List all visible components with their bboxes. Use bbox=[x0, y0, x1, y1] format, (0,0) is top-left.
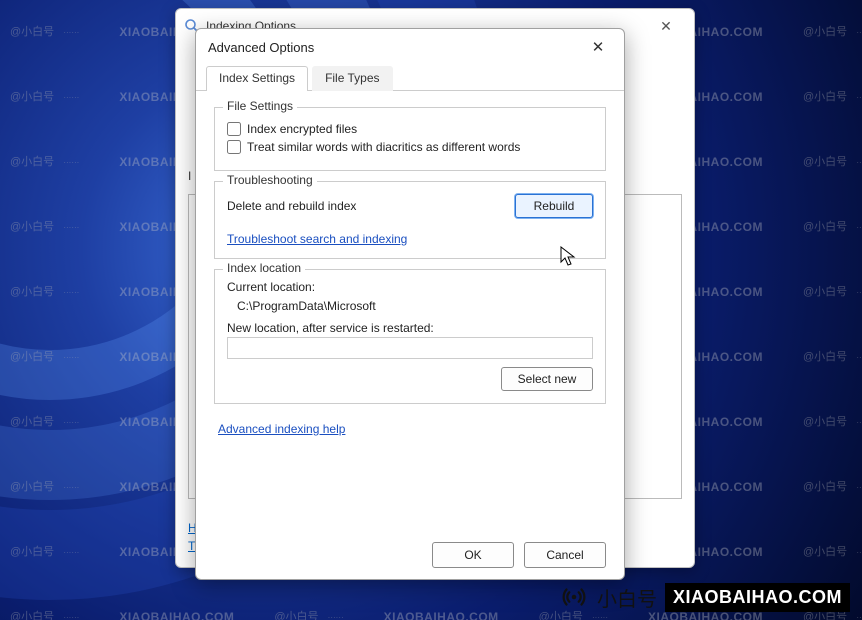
checkbox-label[interactable]: Index encrypted files bbox=[247, 122, 357, 136]
close-button[interactable]: ✕ bbox=[584, 33, 612, 61]
group-legend: Index location bbox=[223, 261, 305, 275]
brand-en-badge: XIAOBAIHAO.COM bbox=[665, 583, 850, 612]
select-new-button[interactable]: Select new bbox=[501, 367, 593, 391]
index-encrypted-files-checkbox[interactable] bbox=[227, 122, 241, 136]
diacritics-checkbox[interactable] bbox=[227, 140, 241, 154]
new-location-value bbox=[228, 338, 592, 342]
close-button[interactable]: ✕ bbox=[646, 18, 686, 35]
close-icon: ✕ bbox=[592, 38, 605, 56]
dialog-footer: OK Cancel bbox=[196, 531, 624, 579]
indexing-options-section-label: I bbox=[188, 169, 191, 183]
group-legend: Troubleshooting bbox=[223, 173, 317, 187]
file-settings-group: File Settings Index encrypted files Trea… bbox=[214, 107, 606, 171]
current-location-label: Current location: bbox=[227, 280, 593, 294]
tab-file-types[interactable]: File Types bbox=[312, 66, 392, 91]
advanced-indexing-help-link[interactable]: Advanced indexing help bbox=[218, 422, 345, 436]
current-location-path: C:\ProgramData\Microsoft bbox=[227, 297, 593, 315]
delete-rebuild-label: Delete and rebuild index bbox=[227, 199, 356, 213]
group-legend: File Settings bbox=[223, 99, 297, 113]
checkbox-label[interactable]: Treat similar words with diacritics as d… bbox=[247, 140, 520, 154]
brand-cn-text: 小白号 bbox=[597, 583, 657, 612]
cancel-button[interactable]: Cancel bbox=[524, 542, 606, 568]
tab-strip: Index Settings File Types bbox=[196, 65, 624, 91]
brand-badge: 小白号 XIAOBAIHAO.COM bbox=[559, 582, 850, 612]
dialog-title: Advanced Options bbox=[208, 40, 314, 55]
advanced-options-titlebar: Advanced Options ✕ bbox=[196, 29, 624, 65]
troubleshoot-search-link[interactable]: Troubleshoot search and indexing bbox=[227, 232, 407, 246]
broadcast-icon bbox=[559, 582, 589, 612]
ok-button[interactable]: OK bbox=[432, 542, 514, 568]
tab-label: Index Settings bbox=[219, 71, 295, 85]
troubleshooting-group: Troubleshooting Delete and rebuild index… bbox=[214, 181, 606, 259]
rebuild-button[interactable]: Rebuild bbox=[515, 194, 593, 218]
new-location-label: New location, after service is restarted… bbox=[227, 321, 593, 335]
advanced-options-dialog: Advanced Options ✕ Index Settings File T… bbox=[195, 28, 625, 580]
tab-index-settings[interactable]: Index Settings bbox=[206, 66, 308, 91]
tab-label: File Types bbox=[325, 71, 379, 85]
new-location-field bbox=[227, 337, 593, 359]
index-location-group: Index location Current location: C:\Prog… bbox=[214, 269, 606, 404]
